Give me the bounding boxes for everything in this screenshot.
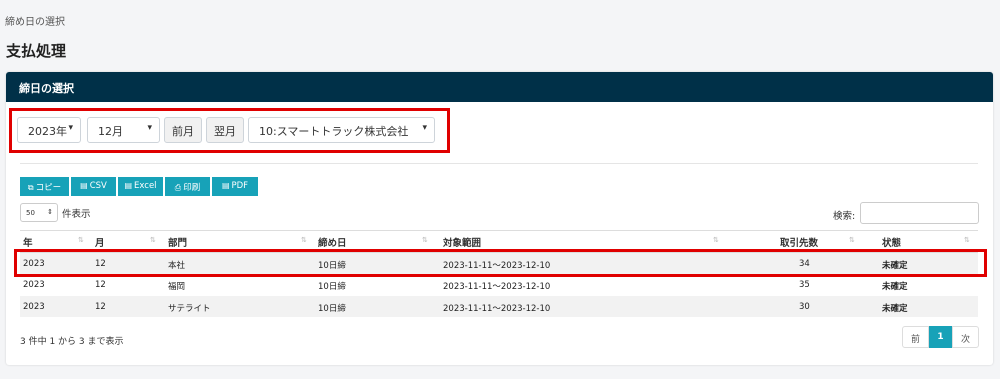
page-length-select[interactable]: 50 ⇕	[20, 203, 58, 222]
cell-vendor-count: 35	[799, 280, 810, 290]
sort-icon: ⇅	[301, 236, 307, 244]
column-header-closing-date[interactable]: 締め日	[318, 232, 347, 250]
cell-status: 未確定	[882, 282, 908, 292]
table-top-border	[20, 230, 978, 231]
pagination-next[interactable]: 次	[952, 326, 979, 348]
print-icon: ⎙	[174, 183, 182, 192]
search-label: 検索:	[833, 211, 856, 222]
pagination-page-1[interactable]: 1	[929, 326, 952, 348]
sort-icon: ⇅	[150, 236, 156, 244]
row-highlight-box	[14, 249, 987, 277]
cell-month: 12	[95, 302, 106, 312]
column-header-department[interactable]: 部門	[168, 232, 187, 250]
copy-button-label: コピー	[35, 183, 62, 193]
table-info: 3 件中 1 から 3 まで表示	[20, 337, 124, 347]
divider	[20, 163, 978, 164]
column-header-vendor-count[interactable]: 取引先数	[780, 232, 818, 250]
table-row[interactable]: 2023 12 サテライト 10日締 2023-11-11～2023-12-10…	[20, 296, 978, 317]
csv-button[interactable]: ▤ CSV	[71, 177, 117, 196]
print-button-label: 印刷	[183, 183, 201, 193]
excel-button-label: Excel	[134, 181, 157, 191]
file-icon: ▤	[221, 181, 230, 190]
excel-icon: ▤	[124, 181, 133, 190]
closing-date-card: 締日の選択 2023年 ▾ 12月 ▾ 前月 翌月 10:スマートトラック株式会…	[6, 72, 993, 365]
cell-vendor-count: 30	[799, 302, 810, 312]
sort-icon: ⇅	[849, 236, 855, 244]
pagination-prev[interactable]: 前	[902, 326, 929, 348]
column-header-target-range[interactable]: 対象範囲	[443, 232, 481, 250]
table-row[interactable]: 2023 12 福岡 10日締 2023-11-11～2023-12-10 35…	[20, 274, 978, 295]
column-header-year[interactable]: 年	[23, 232, 33, 250]
cell-year: 2023	[23, 302, 45, 312]
copy-icon: ⧉	[27, 183, 34, 192]
page-title: 支払処理	[6, 42, 67, 60]
sort-icon: ⇅	[964, 236, 970, 244]
column-header-month[interactable]: 月	[95, 232, 105, 250]
card-header: 締日の選択	[6, 72, 993, 102]
cell-closing-date: 10日締	[318, 304, 346, 314]
file-icon: ▤	[80, 181, 88, 190]
cell-department: 福岡	[168, 282, 186, 292]
page-length-label: 件表示	[62, 209, 91, 220]
sort-icon: ⇅	[713, 236, 719, 244]
sort-updown-icon: ⇕	[47, 208, 53, 216]
search-input[interactable]	[860, 202, 979, 224]
pdf-button[interactable]: ▤ PDF	[212, 177, 259, 196]
cell-status: 未確定	[882, 304, 908, 314]
cell-closing-date: 10日締	[318, 282, 346, 292]
pdf-button-label: PDF	[231, 181, 249, 191]
sort-icon: ⇅	[422, 236, 428, 244]
column-header-status[interactable]: 状態	[882, 232, 901, 250]
cell-year: 2023	[23, 280, 45, 290]
page-length-value: 50	[26, 209, 35, 217]
breadcrumb: 締め日の選択	[5, 17, 65, 28]
csv-button-label: CSV	[89, 181, 107, 191]
print-button[interactable]: ⎙ 印刷	[165, 177, 211, 196]
excel-button[interactable]: ▤ Excel	[118, 177, 164, 196]
copy-button[interactable]: ⧉ コピー	[20, 177, 70, 196]
cell-target-range: 2023-11-11～2023-12-10	[443, 282, 551, 292]
cell-department: サテライト	[168, 304, 211, 314]
filter-highlight-box	[9, 108, 450, 153]
cell-month: 12	[95, 280, 106, 290]
sort-icon: ⇅	[78, 236, 84, 244]
cell-target-range: 2023-11-11～2023-12-10	[443, 304, 551, 314]
